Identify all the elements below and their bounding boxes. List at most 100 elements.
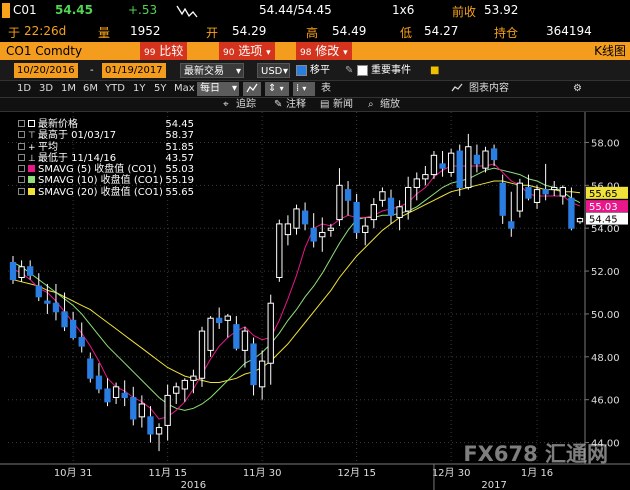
legend-label: 最低于 11/14/16 xyxy=(38,152,117,164)
pencil-icon: ✎ xyxy=(274,99,283,110)
open-label: 开 xyxy=(206,26,219,40)
legend-row[interactable]: ⊤ 最高于 01/03/17 58.37 xyxy=(18,130,194,141)
y-tick-label: 54.00 xyxy=(591,224,620,235)
high-price: 54.49 xyxy=(332,24,367,38)
legend-value: 51.85 xyxy=(165,141,194,153)
candle-up xyxy=(551,186,558,191)
ticker-marker xyxy=(2,3,10,18)
annotate-button[interactable]: 注释 xyxy=(286,98,306,112)
candle-down xyxy=(95,375,103,390)
candle-up xyxy=(224,315,231,321)
compare-button[interactable]: 99 比较 xyxy=(140,42,188,60)
end-date-input[interactable]: 01/19/2017 xyxy=(102,63,166,78)
legend-checkbox[interactable] xyxy=(18,165,25,173)
quote-bar: C01 54.45 +.53 54.44/54.45 1x6 前收 53.92 xyxy=(0,0,630,22)
candle-up xyxy=(516,182,524,212)
options-button[interactable]: 90 选项 ▾ xyxy=(219,42,275,60)
period-5y[interactable]: 5Y xyxy=(151,82,169,96)
edit-button[interactable]: 98 修改 ▾ xyxy=(296,42,352,60)
price-type-select[interactable]: 最新交易 ▾ xyxy=(180,63,244,78)
compare-num: 99 xyxy=(144,48,156,58)
candle-up xyxy=(155,427,163,435)
grid-icon: ⁞ xyxy=(296,83,300,94)
legend-row[interactable]: SMAVG (5) 收盘值 (CO1) 55.03 xyxy=(18,164,194,175)
y-tick-label: 46.00 xyxy=(591,396,620,407)
legend-value: 58.37 xyxy=(165,130,194,142)
legend-checkbox[interactable] xyxy=(18,131,25,139)
chevron-down-icon: ▾ xyxy=(282,66,288,77)
legend-checkbox[interactable] xyxy=(18,153,25,161)
period-1m[interactable]: 1M xyxy=(58,82,79,96)
candle-up xyxy=(465,146,472,188)
chart-title: K线图 xyxy=(594,44,626,58)
gear-icon[interactable]: ⚙ xyxy=(570,82,585,96)
period-ytd[interactable]: YTD xyxy=(102,82,128,96)
pencil-icon: ✎ xyxy=(345,65,354,76)
legend-checkbox[interactable] xyxy=(18,187,25,195)
chart-contents-icon[interactable] xyxy=(448,82,466,96)
candle-down xyxy=(568,197,575,229)
candle-down xyxy=(78,337,85,347)
table-button[interactable]: 表 xyxy=(318,82,334,96)
sma10-line xyxy=(12,167,581,411)
x-tick-label: 11月 15 xyxy=(148,467,187,479)
date-toolbar: 10/20/2016 - 01/19/2017 最新交易 ▾ USD ▾ 移平 … xyxy=(0,60,630,80)
volume: 1952 xyxy=(130,24,161,38)
low-price: 54.27 xyxy=(424,24,459,38)
chevron-down-icon: ▾ xyxy=(231,83,237,94)
legend-row[interactable]: 最新价格 54.45 xyxy=(18,119,194,130)
y-tick-label: 50.00 xyxy=(591,310,620,321)
candle-down xyxy=(130,397,137,420)
y-tick-label: 52.00 xyxy=(591,267,620,278)
candle-down xyxy=(508,221,515,229)
candle-down xyxy=(473,154,481,165)
start-date-input[interactable]: 10/20/2016 xyxy=(14,63,78,78)
compare-label: 比较 xyxy=(159,44,184,58)
open-interest: 364194 xyxy=(546,24,592,38)
candle-up xyxy=(207,317,214,351)
quote-details: 于 22:26d 量 1952 开 54.29 高 54.49 低 54.27 … xyxy=(0,22,630,42)
price-change: +.53 xyxy=(128,3,158,17)
line-chart-icon[interactable] xyxy=(243,82,261,96)
open-interest-label: 持仓 xyxy=(494,26,519,40)
news-button[interactable]: 新闻 xyxy=(333,98,353,112)
events-checkbox[interactable] xyxy=(357,65,368,76)
ticker[interactable]: C01 xyxy=(13,3,37,17)
candle-up xyxy=(18,266,25,278)
period-6m[interactable]: 6M xyxy=(80,82,101,96)
candle-up xyxy=(173,386,180,394)
candle-up xyxy=(284,223,292,236)
period-max[interactable]: Max xyxy=(171,82,198,96)
candle-up xyxy=(319,231,326,238)
candle-up xyxy=(362,225,369,233)
x-tick-label: 1月 16 xyxy=(521,467,553,479)
edit-label: 修改 xyxy=(315,44,340,58)
security-name[interactable]: CO1 Comdty xyxy=(6,42,82,60)
tools-select[interactable]: ⁞ ▾ xyxy=(293,82,315,96)
legend-row[interactable]: SMAVG (10) 收盘值 (CO1) 55.19 xyxy=(18,175,194,186)
period-1d[interactable]: 1D xyxy=(14,82,34,96)
event-flag-icon[interactable]: ■ xyxy=(430,63,439,78)
chart-contents-button[interactable]: 图表内容 xyxy=(466,82,512,96)
candle-down xyxy=(310,227,317,242)
frequency-value: 每日 xyxy=(200,83,220,94)
currency-select[interactable]: USD ▾ xyxy=(257,63,290,78)
legend-row[interactable]: ⊥ 最低于 11/14/16 43.57 xyxy=(18,153,194,164)
legend-row[interactable]: SMAVG (20) 收盘值 (CO1) 55.65 xyxy=(18,187,194,198)
frequency-select[interactable]: 每日 ▾ xyxy=(197,82,239,96)
legend-checkbox[interactable] xyxy=(18,176,25,184)
candle-up xyxy=(405,186,412,212)
smooth-checkbox[interactable] xyxy=(296,65,307,76)
candle-down xyxy=(542,189,549,195)
legend-checkbox[interactable] xyxy=(18,120,25,127)
period-3d[interactable]: 3D xyxy=(36,82,56,96)
legend-checkbox[interactable] xyxy=(18,142,25,150)
period-1y[interactable]: 1Y xyxy=(130,82,148,96)
legend-marker-icon xyxy=(28,165,35,173)
track-button[interactable]: 追踪 xyxy=(236,98,256,112)
zoom-button[interactable]: 缩放 xyxy=(380,98,400,112)
legend-row[interactable]: + 平均 51.85 xyxy=(18,142,194,153)
candle-up xyxy=(559,186,566,197)
x-tick-label: 10月 31 xyxy=(54,467,93,479)
chart-type-select[interactable]: ⇕ ▾ xyxy=(265,82,289,96)
